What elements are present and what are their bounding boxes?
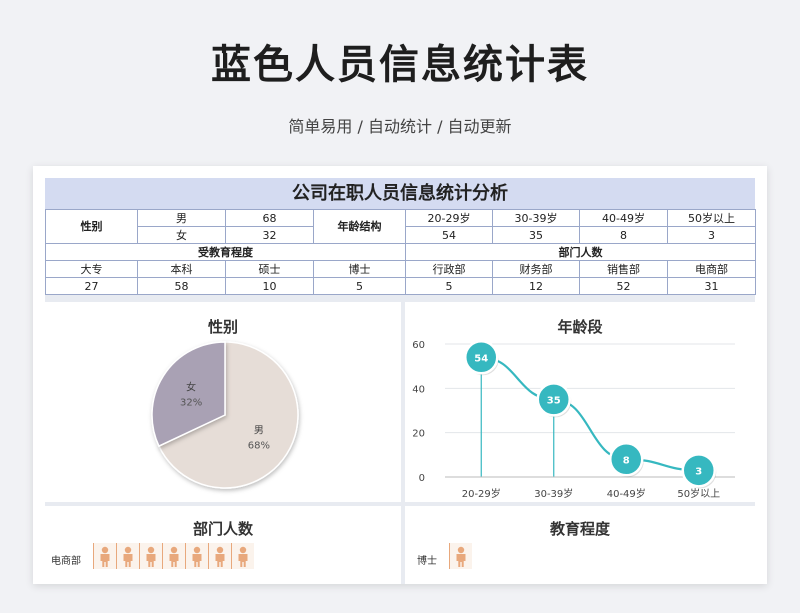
education-row-label: 博士 [417,556,437,567]
department-count-cell: 52 [579,277,668,295]
table-row: 27 58 10 5 5 12 52 31 [45,277,756,295]
gender-chart-panel: 性别 男 68% 女 32% [45,302,401,502]
education-chart-title: 教育程度 [549,520,610,538]
series-line [481,356,699,472]
department-count-cell: 5 [405,277,493,295]
data-label: 35 [547,395,561,406]
age-group-cell: 40-49岁 [579,209,668,227]
sheet-body: 公司在职人员信息统计分析 性别 男 68 年龄结构 20-29岁 30-39岁 … [45,178,756,584]
person-icon [162,543,185,569]
data-label: 3 [695,466,702,477]
page-title: 蓝色人员信息统计表 [211,42,589,88]
person-icon [185,543,208,569]
data-label: 8 [623,455,630,466]
gender-name-cell: 男 [137,209,226,227]
person-icon [208,543,231,569]
gender-pie-chart: 男 68% 女 32% [151,341,299,489]
gender-count-cell: 32 [225,226,314,244]
gender-name-cell: 女 [137,226,226,244]
education-icon-row [449,543,472,569]
department-chart-panel: 部门人数 电商部 [45,506,401,584]
education-count-cell: 27 [45,277,138,295]
pie-slice-label: 男 [254,425,264,437]
sheet-title: 公司在职人员信息统计分析 [45,178,755,209]
person-icon [93,543,116,569]
education-count-cell: 10 [225,277,314,295]
y-tick-label: 0 [419,473,425,484]
person-icon [116,543,139,569]
age-count-cell: 3 [667,226,756,244]
spreadsheet-preview: 公司在职人员信息统计分析 性别 男 68 年龄结构 20-29岁 30-39岁 … [33,166,767,584]
department-row-label: 电商部 [51,556,81,567]
person-icon [139,543,162,569]
age-count-cell: 8 [579,226,668,244]
department-label: 部门人数 [405,243,756,261]
age-count-cell: 54 [405,226,493,244]
x-tick-label: 50岁以上 [677,487,720,500]
gender-label: 性别 [45,209,138,244]
age-label: 年龄结构 [313,209,406,244]
y-tick-label: 40 [412,384,425,395]
data-label: 54 [474,353,488,364]
table-row: 受教育程度 部门人数 [45,243,756,261]
education-group-cell: 大专 [45,260,138,278]
table-row: 大专 本科 硕士 博士 行政部 财务部 销售部 电商部 [45,260,756,278]
age-chart-panel: 年龄段 0 20 40 60 54 20-29岁 35 30-39岁 8 40-49岁 3 50岁以上 [405,302,755,502]
department-group-cell: 财务部 [492,260,580,278]
education-count-cell: 5 [313,277,406,295]
page-subtitle: 简单易用 / 自动统计 / 自动更新 [288,117,512,136]
department-icon-row [93,543,254,569]
y-tick-label: 20 [412,429,425,440]
education-label: 受教育程度 [45,243,406,261]
pie-percent-label: 32% [180,398,202,409]
education-chart-panel: 教育程度 博士 [405,506,755,584]
age-line-chart: 0 20 40 60 54 20-29岁 35 30-39岁 8 40-49岁 3 50岁以上 [412,340,735,500]
department-group-cell: 行政部 [405,260,493,278]
education-group-cell: 本科 [137,260,226,278]
education-count-cell: 58 [137,277,226,295]
age-group-cell: 20-29岁 [405,209,493,227]
department-count-cell: 12 [492,277,580,295]
pie-percent-label: 68% [248,441,270,452]
pie-slice-label: 女 [186,381,196,394]
department-group-cell: 销售部 [579,260,668,278]
x-tick-label: 40-49岁 [607,487,646,500]
info-table: 性别 男 68 年龄结构 20-29岁 30-39岁 40-49岁 50岁以上 … [45,209,756,295]
education-group-cell: 硕士 [225,260,314,278]
table-row: 性别 男 68 年龄结构 20-29岁 30-39岁 40-49岁 50岁以上 [45,209,756,244]
x-tick-label: 20-29岁 [462,487,501,500]
age-group-cell: 30-39岁 [492,209,580,227]
person-icon [449,543,472,569]
education-group-cell: 博士 [313,260,406,278]
x-tick-label: 30-39岁 [534,487,573,500]
gender-count-cell: 68 [225,209,314,227]
department-count-cell: 31 [667,277,756,295]
department-group-cell: 电商部 [667,260,756,278]
age-group-cell: 50岁以上 [667,209,756,227]
y-tick-label: 60 [412,340,425,351]
department-chart-title: 部门人数 [192,520,253,538]
age-count-cell: 35 [492,226,580,244]
person-icon [231,543,254,569]
